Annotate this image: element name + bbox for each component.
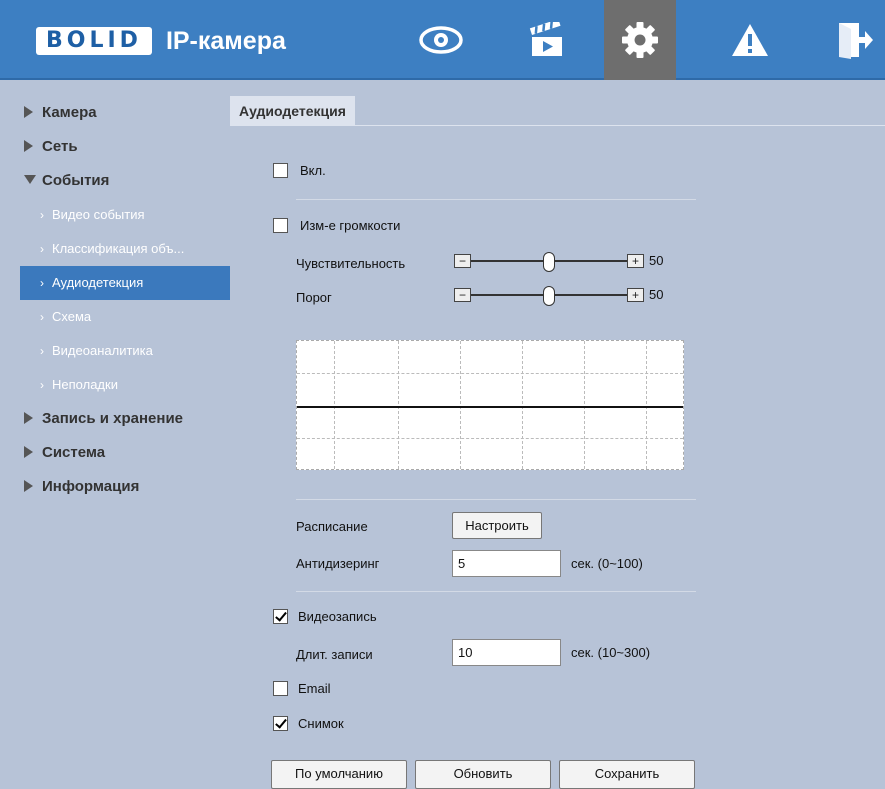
tab-underline [230,125,885,126]
collapsed-arrow-icon [24,106,33,118]
refresh-button[interactable]: Обновить [415,760,551,789]
threshold-value: 50 [649,287,664,302]
sidebar-item-events[interactable]: События [0,164,230,198]
record-duration-label: Длит. записи [296,647,373,662]
logo: BOLID IP-камера [36,26,286,56]
email-label: Email [298,681,331,696]
tab-audio-detection[interactable]: Аудиодетекция [230,96,355,126]
volume-change-label: Изм-е громкости [300,218,401,233]
sidebar-subitem-faults[interactable]: › Неполадки [0,368,230,402]
snapshot-checkbox[interactable] [273,716,288,731]
threshold-slider[interactable]: − + 50 [454,286,684,306]
sidebar-subitem-video-events[interactable]: › Видео события [0,198,230,232]
minus-icon[interactable]: − [454,288,471,302]
enable-label: Вкл. [300,163,326,178]
sidebar-item-camera[interactable]: Камера [0,96,230,130]
record-duration-unit: сек. (10~300) [571,645,651,660]
sensitivity-label: Чувствительность [296,256,406,271]
sidebar-subitem-audio-detection[interactable]: › Аудиодетекция [20,266,230,300]
warning-icon[interactable] [714,10,786,70]
record-checkbox[interactable] [273,609,288,624]
sidebar-subitem-object-classification[interactable]: › Классификация объ... [0,232,230,266]
threshold-label: Порог [296,290,332,305]
chevron-right-icon: › [40,208,44,222]
snapshot-label: Снимок [298,716,344,731]
volume-change-checkbox[interactable] [273,218,288,233]
grid-line [460,341,461,469]
collapsed-arrow-icon [24,446,33,458]
configure-schedule-button[interactable]: Настроить [452,512,542,539]
email-checkbox[interactable] [273,681,288,696]
divider [296,499,696,500]
sensitivity-slider[interactable]: − + 50 [454,252,684,272]
slider-thumb[interactable] [543,286,555,306]
sidebar-item-system[interactable]: Система [0,436,230,470]
sidebar-item-information[interactable]: Информация [0,470,230,504]
chevron-right-icon: › [40,344,44,358]
grid-line [398,341,399,469]
enable-checkbox[interactable] [273,163,288,178]
schedule-label: Расписание [296,519,368,534]
sidebar-subitem-scheme[interactable]: › Схема [0,300,230,334]
slider-thumb[interactable] [543,252,555,272]
divider [296,199,696,200]
chevron-right-icon: › [40,242,44,256]
expanded-arrow-icon [24,175,36,184]
chevron-right-icon: › [40,378,44,392]
logo-product: IP-камера [165,26,286,55]
threshold-line [297,406,683,408]
minus-icon[interactable]: − [454,254,471,268]
save-button[interactable]: Сохранить [559,760,695,789]
antidither-label: Антидизеринг [296,556,380,571]
grid-line [522,341,523,469]
grid-line [334,341,335,469]
collapsed-arrow-icon [24,480,33,492]
sidebar-subitem-video-analytics[interactable]: › Видеоаналитика [0,334,230,368]
record-label: Видеозапись [298,609,377,624]
logo-brand: BOLID [36,27,152,55]
sidebar: Камера Сеть События › Видео события › Клас… [0,96,230,504]
plus-icon[interactable]: + [627,288,644,302]
clapperboard-icon[interactable] [511,10,583,70]
tab-bar: Аудиодетекция [230,96,885,126]
eye-icon[interactable] [405,10,477,70]
collapsed-arrow-icon [24,140,33,152]
audio-level-graph [296,340,684,470]
antidither-input[interactable]: 5 [452,550,561,577]
divider [296,591,696,592]
chevron-right-icon: › [40,310,44,324]
top-bar: BOLID IP-камера [0,0,885,80]
grid-line [297,373,683,374]
chevron-right-icon: › [40,276,44,290]
record-duration-input[interactable]: 10 [452,639,561,666]
sensitivity-value: 50 [649,253,664,268]
grid-line [297,438,683,439]
gear-icon[interactable] [604,0,676,80]
default-button[interactable]: По умолчанию [271,760,407,789]
sidebar-item-storage[interactable]: Запись и хранение [0,402,230,436]
collapsed-arrow-icon [24,412,33,424]
exit-icon[interactable] [820,10,885,70]
grid-line [584,341,585,469]
antidither-unit: сек. (0~100) [571,556,643,571]
plus-icon[interactable]: + [627,254,644,268]
sidebar-item-network[interactable]: Сеть [0,130,230,164]
grid-line [646,341,647,469]
